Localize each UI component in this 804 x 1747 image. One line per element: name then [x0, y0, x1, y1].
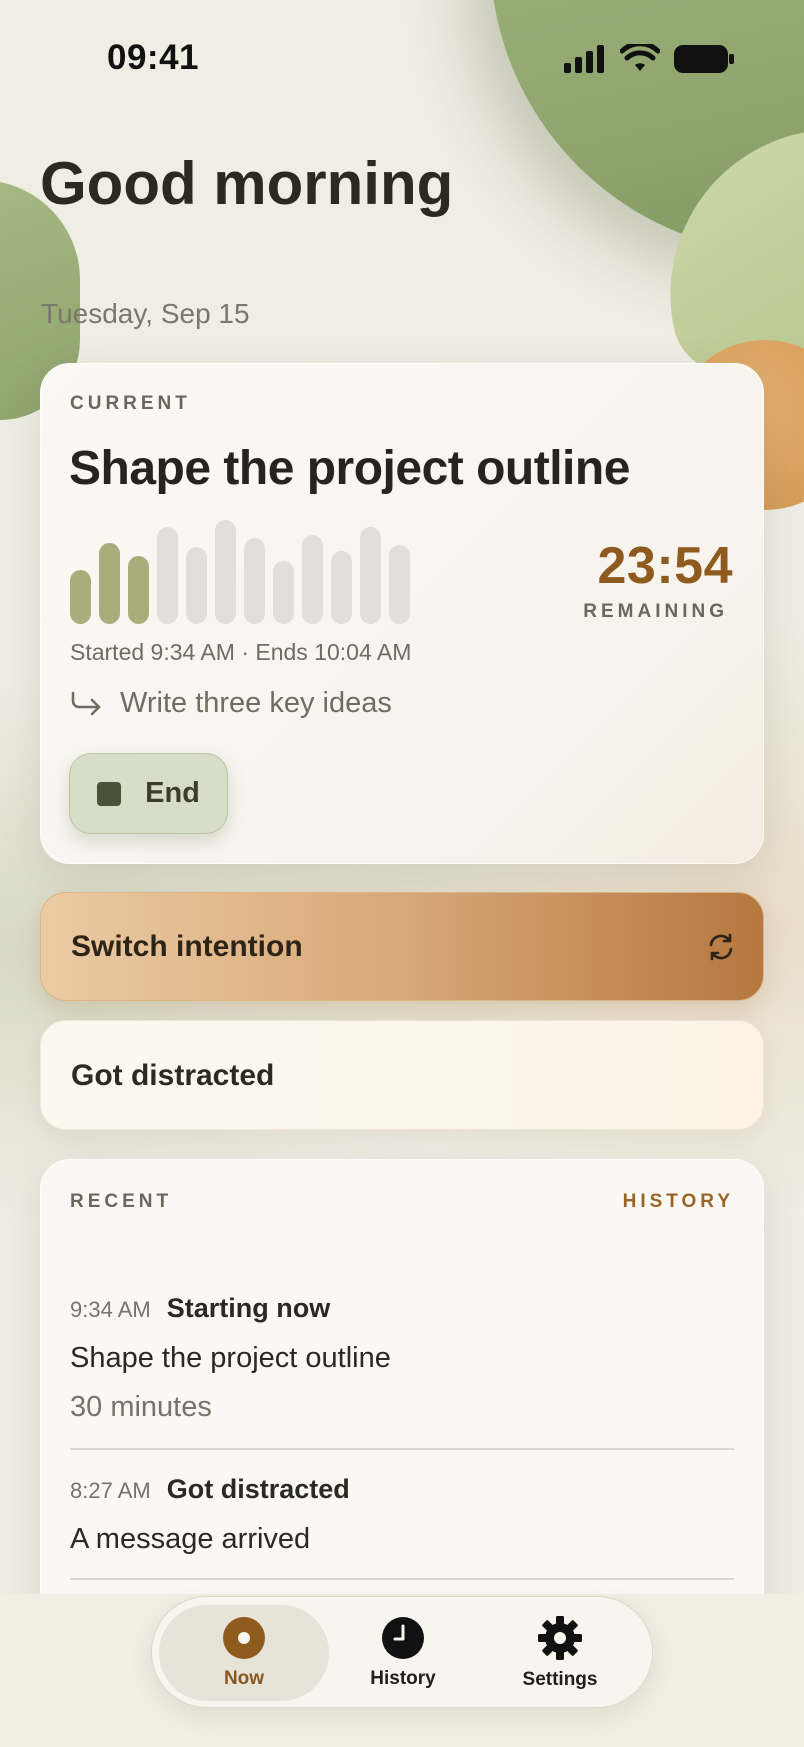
status-time: 09:41: [107, 38, 200, 77]
session-times: Started 9:34 AM · Ends 10:04 AM: [70, 639, 412, 665]
entry-divider: [70, 1448, 734, 1450]
progress-bar: [215, 520, 236, 624]
entry-title: Got distracted: [166, 1474, 350, 1504]
progress-bar: [331, 551, 352, 624]
recent-entry[interactable]: 8:27 AM Got distracted A message arrived: [70, 1474, 734, 1556]
entry-detail: A message arrived: [70, 1523, 311, 1555]
progress-bar: [186, 547, 207, 624]
record-icon: [223, 1617, 265, 1659]
recent-eyebrow: RECENT: [70, 1191, 173, 1212]
progress-bar: [244, 538, 265, 624]
progress-bars: [70, 520, 415, 624]
tab-settings-label: Settings: [522, 1669, 598, 1690]
battery-icon: [674, 45, 734, 73]
progress-bar: [128, 556, 149, 624]
entry-duration: 30 minutes: [70, 1391, 212, 1423]
current-eyebrow: CURRENT: [70, 393, 191, 414]
end-button-label: End: [145, 777, 200, 809]
refresh-icon: [709, 933, 733, 961]
tab-now-label: Now: [223, 1668, 265, 1689]
progress-bar: [99, 543, 120, 624]
tab-history[interactable]: History: [318, 1605, 488, 1701]
recent-entry[interactable]: 9:34 AM Starting now Shape the project o…: [70, 1293, 734, 1424]
gear-icon: [538, 1616, 582, 1660]
progress-bar: [360, 527, 381, 624]
entry-time: 8:27 AM: [70, 1478, 151, 1503]
entry-time: 9:34 AM: [70, 1297, 151, 1322]
timer-remaining: 23:54: [597, 537, 733, 595]
progress-bar: [302, 535, 323, 624]
current-task-title: Shape the project outline: [69, 442, 630, 495]
end-session-button[interactable]: End: [69, 753, 228, 834]
arrow-return-icon: [71, 691, 101, 715]
entry-title: Starting now: [166, 1293, 331, 1323]
greeting-title: Good morning: [40, 150, 454, 217]
got-distracted-button[interactable]: Got distracted: [40, 1020, 764, 1130]
entry-divider: [70, 1578, 734, 1580]
next-step-label: Write three key ideas: [120, 687, 392, 719]
tab-now[interactable]: Now: [159, 1605, 329, 1701]
timer-label: REMAINING: [583, 601, 728, 622]
switch-intention-label: Switch intention: [71, 930, 303, 963]
progress-bar: [389, 545, 410, 624]
tab-settings[interactable]: Settings: [475, 1605, 645, 1701]
status-icons: [564, 44, 734, 74]
clock-icon: [382, 1617, 424, 1659]
wifi-icon: [620, 44, 660, 71]
signal-icon: [564, 45, 604, 73]
progress-bar: [273, 561, 294, 624]
switch-intention-button[interactable]: Switch intention: [40, 892, 764, 1001]
date-label: Tuesday, Sep 15: [41, 298, 250, 329]
got-distracted-label: Got distracted: [71, 1059, 275, 1092]
tab-history-label: History: [370, 1668, 436, 1689]
entry-detail: Shape the project outline: [70, 1342, 391, 1374]
history-link[interactable]: HISTORY: [623, 1191, 734, 1213]
progress-bar: [157, 527, 178, 624]
next-step: Write three key ideas: [70, 687, 392, 720]
tab-bar: Now History Settings: [151, 1596, 653, 1708]
progress-bar: [70, 570, 91, 624]
stop-icon: [97, 781, 122, 806]
